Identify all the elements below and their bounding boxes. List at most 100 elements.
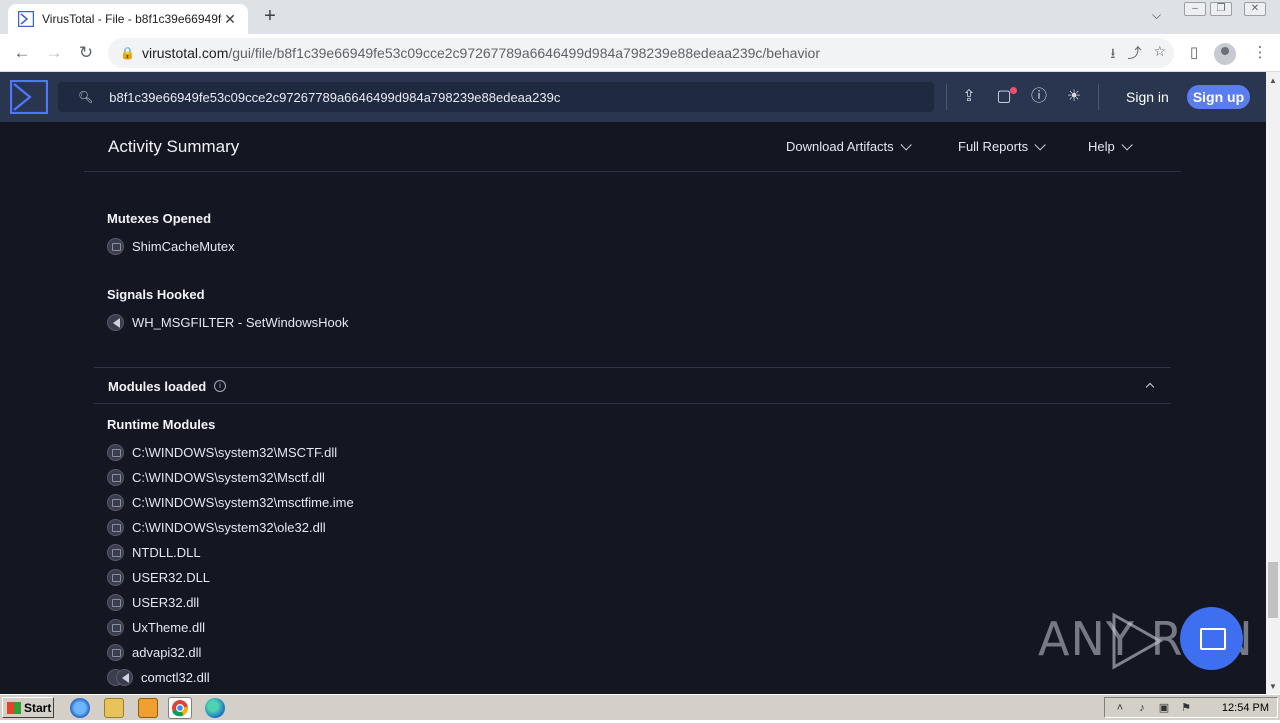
module-row: USER32.dll [107, 592, 199, 612]
profile-avatar[interactable] [1214, 43, 1236, 65]
sign-in-link[interactable]: Sign in [1126, 89, 1169, 105]
module-path: NTDLL.DLL [132, 544, 201, 560]
install-app-icon[interactable]: ⭳ [1111, 43, 1116, 67]
bookmark-star-icon[interactable]: ☆ [1153, 43, 1166, 67]
search-value: b8f1c39e66949fe53c09cce2c97267789a664649… [109, 89, 561, 105]
module-path: C:\WINDOWS\system32\Msctf.dll [132, 469, 325, 485]
full-reports-dropdown[interactable]: Full Reports [958, 139, 1046, 154]
chrome-taskbar-button[interactable] [168, 697, 192, 719]
chevron-down-icon [1034, 139, 1046, 151]
module-row: advapi32.dll [107, 642, 201, 662]
virustotal-favicon-icon [18, 11, 34, 27]
signal-name: WH_MSGFILTER - SetWindowsHook [132, 314, 349, 330]
tab-close-icon[interactable]: ✕ [222, 11, 238, 28]
module-icon [107, 443, 124, 461]
upload-icon[interactable]: ⇪ [958, 86, 980, 108]
minimize-window-button[interactable]: ‒ [1184, 2, 1206, 16]
edge-icon[interactable] [205, 698, 225, 718]
help-label: Help [1088, 139, 1115, 154]
page-scrollbar[interactable]: ▲ ▼ [1266, 72, 1280, 694]
vt-header: 🔍︎ b8f1c39e66949fe53c09cce2c97267789a664… [0, 72, 1266, 122]
start-button[interactable]: Start [2, 697, 54, 718]
scrollbar-thumb[interactable] [1268, 562, 1278, 618]
info-icon[interactable]: i [214, 380, 226, 392]
side-panel-icon[interactable]: ▯ [1182, 41, 1206, 65]
tray-expand-icon[interactable]: ˄ [1113, 702, 1127, 714]
list-item: ShimCacheMutex [107, 236, 235, 256]
module-path: C:\WINDOWS\system32\ole32.dll [132, 519, 326, 535]
virustotal-logo-icon[interactable] [10, 80, 48, 114]
module-icon [107, 518, 124, 536]
anyrun-chat-button[interactable] [1180, 607, 1243, 670]
notification-dot [1010, 87, 1017, 94]
module-path: USER32.DLL [132, 569, 211, 585]
module-icon [107, 543, 124, 561]
tab-title: VirusTotal - File - b8f1c39e66949fe5 [42, 12, 222, 26]
search-input[interactable]: 🔍︎ b8f1c39e66949fe53c09cce2c97267789a664… [58, 82, 934, 112]
forward-arrow-icon[interactable]: → [42, 41, 66, 65]
url-path: /gui/file/b8f1c39e66949fe53c09cce2c97267… [228, 45, 821, 61]
module-icon [107, 568, 124, 586]
module-path: C:\WINDOWS\system32\MSCTF.dll [132, 444, 338, 460]
chevron-down-icon [900, 139, 912, 151]
internet-explorer-icon[interactable] [70, 698, 90, 718]
module-row: C:\WINDOWS\system32\MSCTF.dll [107, 442, 337, 462]
help-icon[interactable]: ⓘ [1028, 86, 1050, 108]
scroll-up-arrow-icon[interactable]: ▲ [1269, 76, 1277, 85]
module-row: C:\WINDOWS\system32\ole32.dll [107, 517, 326, 537]
system-tray: ˄ ♪ ▣ ⚑ 12:54 PM [1104, 697, 1278, 718]
action-center-flag-icon[interactable]: ⚑ [1179, 702, 1193, 714]
close-window-button[interactable]: ✕ [1244, 2, 1266, 16]
module-path: advapi32.dll [132, 644, 202, 660]
modules-loaded-label: Modules loaded [108, 379, 207, 394]
mutexes-opened-heading: Mutexes Opened [107, 211, 212, 226]
module-row: C:\WINDOWS\system32\Msctf.dll [107, 467, 325, 487]
behavior-content: Activity Summary Download Artifacts Full… [0, 122, 1266, 694]
file-explorer-icon[interactable] [104, 698, 124, 718]
page-title: Activity Summary [108, 137, 240, 156]
chevron-up-icon[interactable] [1145, 382, 1155, 392]
sign-up-button[interactable]: Sign up [1187, 85, 1250, 109]
module-icon [107, 618, 124, 636]
media-player-icon[interactable] [138, 698, 158, 718]
new-tab-button[interactable]: + [258, 5, 282, 29]
activity-summary-bar: Activity Summary Download Artifacts Full… [84, 122, 1181, 172]
module-row: NTDLL.DLL [107, 542, 201, 562]
tab-search-chevron-icon[interactable]: ⌵ [1152, 8, 1161, 23]
download-artifacts-dropdown[interactable]: Download Artifacts [786, 139, 912, 154]
browser-tab[interactable]: VirusTotal - File - b8f1c39e66949fe5 ✕ [8, 4, 248, 34]
module-icon [107, 593, 124, 611]
module-row: USER32.DLL [107, 567, 210, 587]
module-row: UxTheme.dll [107, 617, 205, 637]
theme-toggle-sun-icon[interactable]: ☀ [1063, 86, 1085, 108]
volume-icon[interactable]: ♪ [1135, 702, 1149, 714]
lock-icon: 🔒 [120, 46, 135, 60]
browser-menu-icon[interactable]: ⋮ [1248, 41, 1272, 65]
full-reports-label: Full Reports [958, 139, 1029, 154]
modules-loaded-section-header[interactable]: Modules loaded i [94, 367, 1171, 404]
list-item: WH_MSGFILTER - SetWindowsHook [107, 312, 348, 332]
network-icon[interactable]: ▣ [1157, 702, 1171, 714]
scroll-down-arrow-icon[interactable]: ▼ [1269, 682, 1277, 691]
search-icon: 🔍︎ [78, 90, 94, 104]
restore-window-button[interactable]: ❐ [1210, 2, 1232, 16]
back-arrow-icon[interactable]: ← [10, 41, 34, 65]
browser-toolbar: ← → ↻ 🔒 virustotal.com/gui/file/b8f1c39e… [0, 34, 1280, 72]
chevron-down-icon [1121, 139, 1133, 151]
help-dropdown[interactable]: Help [1088, 139, 1133, 154]
runtime-modules-heading: Runtime Modules [107, 417, 216, 432]
address-bar[interactable]: 🔒 virustotal.com/gui/file/b8f1c39e66949f… [108, 38, 1174, 68]
windows-taskbar: Start ˄ ♪ ▣ ⚑ 12:54 PM [0, 694, 1280, 720]
download-artifacts-label: Download Artifacts [786, 139, 894, 154]
header-divider [946, 84, 947, 110]
module-path: UxTheme.dll [132, 619, 205, 635]
signals-hooked-heading: Signals Hooked [107, 287, 205, 302]
module-icon [107, 468, 124, 486]
module-row: comctl32.dll [107, 667, 210, 687]
module-path: USER32.dll [132, 594, 200, 610]
share-icon[interactable]: ⤴ [1127, 43, 1141, 67]
reload-icon[interactable]: ↻ [74, 41, 98, 65]
module-row: C:\WINDOWS\system32\msctfime.ime [107, 492, 354, 512]
taskbar-clock: 12:54 PM [1221, 702, 1269, 714]
hook-icon [107, 313, 124, 331]
